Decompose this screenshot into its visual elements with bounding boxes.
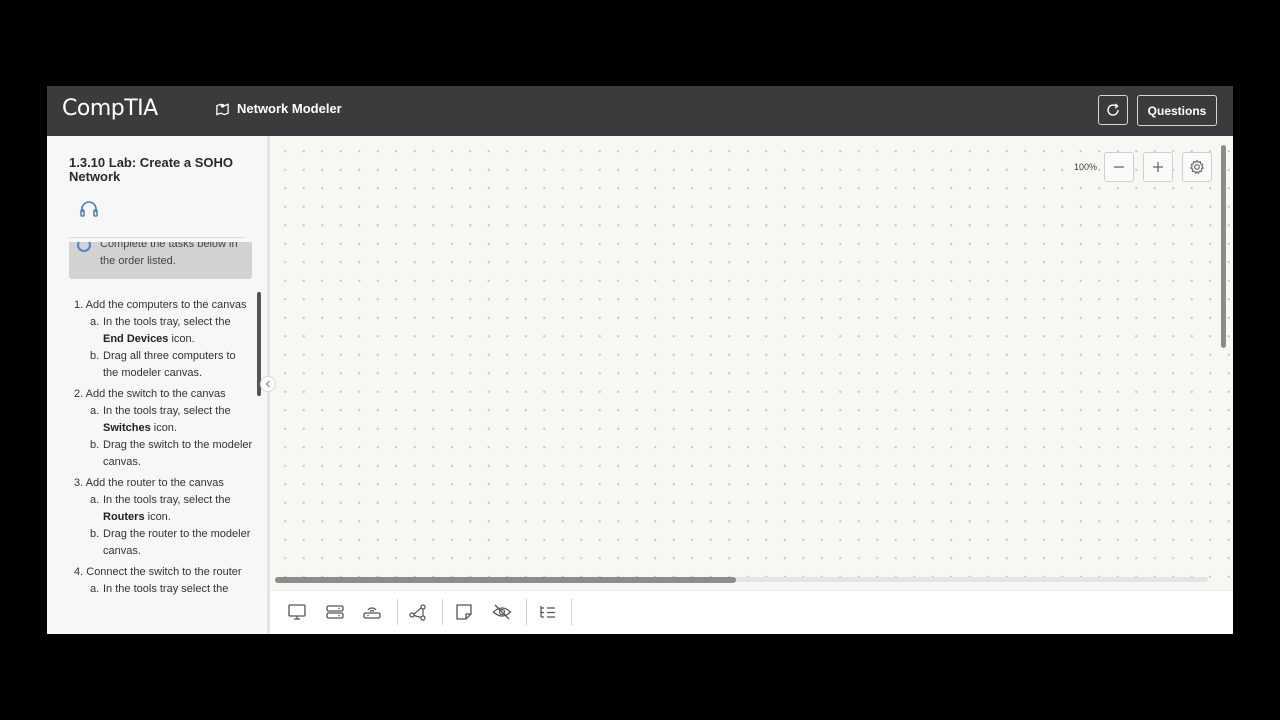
end-devices-tool[interactable] [286,602,308,622]
step-text-part: Drag the router to the modeler canvas. [103,528,251,557]
questions-button[interactable]: Questions [1137,95,1217,126]
task-step: a. In the tools tray select the [74,581,257,598]
connection-icon [408,603,428,621]
gear-icon [1189,159,1205,175]
headphones-icon[interactable] [79,200,99,218]
plus-icon [1151,160,1165,174]
task-step: b. Drag the switch to the modeler canvas. [74,437,257,471]
step-text-part: In the tools tray, select the [103,405,231,417]
task-number: 4. [74,566,84,578]
step-letter: b. [90,350,100,362]
divider [69,237,245,238]
refresh-icon [1105,102,1121,118]
note-icon [454,603,474,621]
step-text: In the tools tray, select the End Device… [103,314,253,348]
toolbar-separator [397,599,398,625]
task-step: b. Drag the router to the modeler canvas. [74,526,257,560]
step-text-part: In the tools tray select the [103,583,229,595]
connection-tool[interactable] [407,602,429,622]
comptia-logo: CompTIA [62,96,158,121]
task-number: 2. [74,388,84,400]
hide-tool[interactable] [491,602,513,622]
step-text: Drag all three computers to the modeler … [103,348,253,382]
canvas-horizontal-scrollbar[interactable] [275,577,736,583]
step-tool-name: End Devices [103,333,169,345]
zoom-out-button[interactable] [1104,152,1134,182]
app-title: Network Modeler [215,101,342,116]
note-tool[interactable] [453,602,475,622]
switches-icon [325,603,345,621]
task-title: Add the computers to the canvas [85,299,247,311]
task-step: a. In the tools tray, select the Switches… [74,403,257,437]
step-text: In the tools tray, select the Switches i… [103,403,253,437]
task-item: 4. Connect the switch to the router a. In … [74,564,257,598]
note-box: Complete the tasks below in the order li… [69,242,252,279]
minus-icon [1112,160,1126,174]
list-tool[interactable] [537,602,559,622]
zoom-in-button[interactable] [1143,152,1173,182]
step-letter: a. [90,405,100,417]
top-bar: CompTIA Network Modeler Questions [47,86,1233,136]
info-icon [77,242,91,252]
list-icon [538,603,558,621]
step-text-part: In the tools tray, select the [103,316,231,328]
step-text: Drag the switch to the modeler canvas. [103,437,253,471]
step-letter: a. [90,583,100,595]
task-item: 1. Add the computers to the canvas a. In t… [74,297,257,382]
task-list: 1. Add the computers to the canvas a. In t… [74,297,257,602]
toolbar-separator [571,599,572,625]
zoom-level: 100% [1074,162,1098,172]
task-heading: 2. Add the switch to the canvas [74,386,257,403]
routers-icon [362,603,382,621]
task-heading: 1. Add the computers to the canvas [74,297,257,314]
reset-button[interactable] [1098,95,1128,125]
task-heading: 4. Connect the switch to the router [74,564,257,581]
step-letter: a. [90,316,100,328]
hide-icon [492,603,512,621]
step-text: In the tools tray, select the Routers ic… [103,492,253,526]
app-window: CompTIA Network Modeler Questions 1.3.10… [47,86,1233,634]
task-step: b. Drag all three computers to the modele… [74,348,257,382]
task-step: a. In the tools tray, select the Routers … [74,492,257,526]
switches-tool[interactable] [324,602,346,622]
instructions-scroll-area[interactable]: Complete the tasks below in the order li… [47,242,257,634]
collapse-panel-button[interactable] [260,376,276,392]
routers-tool[interactable] [361,602,383,622]
tools-tray [270,590,1233,634]
network-map-icon [215,101,230,116]
note-text: Complete the tasks below in the order li… [100,242,238,267]
task-item: 2. Add the switch to the canvas a. In the … [74,386,257,471]
step-text-part: icon. [150,422,177,434]
task-title: Add the router to the canvas [85,477,224,489]
canvas-settings-button[interactable] [1182,152,1212,182]
step-text-part: icon. [144,511,171,523]
canvas-vertical-scrollbar[interactable] [1221,145,1226,348]
step-letter: b. [90,528,100,540]
app-name: Network Modeler [237,101,342,116]
task-heading: 3. Add the router to the canvas [74,475,257,492]
lab-instructions-panel: 1.3.10 Lab: Create a SOHO Network Comple… [47,136,267,634]
task-number: 3. [74,477,84,489]
task-step: a. In the tools tray, select the End Devi… [74,314,257,348]
step-letter: a. [90,494,100,506]
modeler-canvas[interactable] [270,136,1233,590]
step-text-part: Drag all three computers to the modeler … [103,350,236,379]
toolbar-separator [526,599,527,625]
task-item: 3. Add the router to the canvas a. In the … [74,475,257,560]
step-tool-name: Switches [103,422,151,434]
task-title: Connect the switch to the router [86,566,242,578]
step-text: In the tools tray select the [103,581,253,598]
step-text-part: icon. [168,333,195,345]
task-number: 1. [74,299,84,311]
step-tool-name: Routers [103,511,145,523]
end-devices-icon [287,603,307,621]
toolbar-separator [442,599,443,625]
step-text-part: In the tools tray, select the [103,494,231,506]
step-text-part: Drag the switch to the modeler canvas. [103,439,253,468]
step-text: Drag the router to the modeler canvas. [103,526,253,560]
chevron-left-icon [264,380,272,388]
step-letter: b. [90,439,100,451]
lab-title: 1.3.10 Lab: Create a SOHO Network [69,155,234,184]
task-title: Add the switch to the canvas [85,388,226,400]
